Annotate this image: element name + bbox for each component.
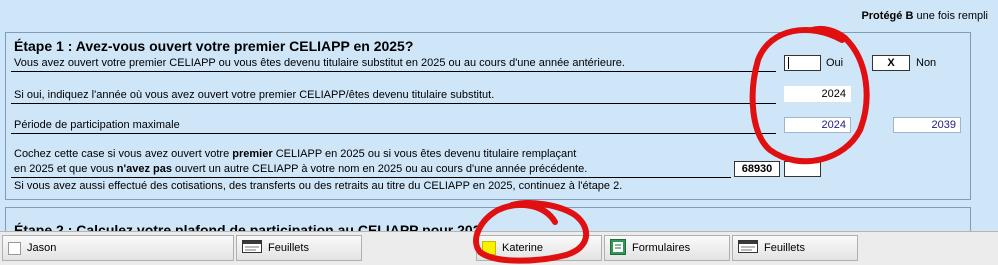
taskbar-item-feuillets[interactable]: Feuillets: [236, 235, 362, 261]
slips-icon: [242, 240, 262, 256]
q4-line2-pre: en 2025 et que vous: [14, 163, 117, 175]
protection-level: Protégé B: [861, 10, 914, 22]
taskbar-label: Feuillets: [268, 242, 309, 254]
taskbar-label: Jason: [27, 242, 57, 254]
q4-line1-post: CELIAPP en 2025 ou si vous êtes devenu t…: [272, 148, 577, 160]
taskbar-item-feuillets-2[interactable]: Feuillets: [732, 235, 858, 261]
q4-line2-post: ouvert un autre CELIAPP à votre nom en 2…: [171, 163, 588, 175]
q1-text: Vous avez ouvert votre premier CELIAPP o…: [14, 57, 625, 69]
step1-section: Étape 1 : Avez-vous ouvert votre premier…: [5, 32, 971, 200]
protection-notice: Protégé B une fois rempli: [861, 10, 988, 22]
slips-icon: [738, 240, 758, 256]
q2-text: Si oui, indiquez l'année où vous avez ou…: [14, 89, 495, 101]
q1-underline: [11, 71, 776, 72]
q3-text: Période de participation maximale: [14, 119, 180, 131]
taskbar-label: Formulaires: [632, 242, 691, 254]
line-code: 68930: [734, 161, 780, 177]
q4-line1: Cochez cette case si vous avez ouvert vo…: [14, 148, 576, 160]
taskbar: Jason Feuillets Katerine Formulaires Feu…: [0, 231, 998, 265]
text-cursor: [788, 57, 789, 69]
checkbox-icon: [8, 241, 21, 255]
q4-line2: en 2025 et que vous n'avez pas ouvert un…: [14, 163, 587, 175]
year-opened-field[interactable]: 2024: [784, 86, 851, 102]
yellow-square-icon: [482, 241, 496, 255]
oui-label: Oui: [826, 57, 844, 69]
non-checkbox[interactable]: X: [872, 55, 910, 71]
q4-line1-pre: Cochez cette case si vous avez ouvert vo…: [14, 148, 233, 160]
first-celiapp-checkbox[interactable]: [784, 161, 821, 177]
q4-line2-bold: n'avez pas: [116, 163, 172, 175]
taskbar-item-formulaires[interactable]: Formulaires: [604, 235, 730, 261]
step1-title: Étape 1 : Avez-vous ouvert votre premier…: [14, 38, 414, 54]
non-label: Non: [916, 57, 937, 69]
q4-underline: [11, 177, 731, 178]
taskbar-item-katerine[interactable]: Katerine: [476, 235, 602, 261]
period-end-field[interactable]: 2039: [893, 117, 961, 133]
q2-underline: [11, 103, 776, 104]
q3-underline: [11, 133, 776, 134]
protection-rest: une fois rempli: [913, 10, 988, 22]
taskbar-label: Feuillets: [764, 242, 805, 254]
forms-icon: [610, 238, 626, 258]
q5-text: Si vous avez aussi effectué des cotisati…: [14, 180, 623, 192]
q4-line1-bold: premier: [232, 148, 273, 160]
taskbar-item-jason[interactable]: Jason: [2, 235, 234, 261]
period-start-field[interactable]: 2024: [784, 117, 851, 133]
oui-checkbox[interactable]: [784, 55, 821, 71]
taskbar-label: Katerine: [502, 242, 543, 254]
